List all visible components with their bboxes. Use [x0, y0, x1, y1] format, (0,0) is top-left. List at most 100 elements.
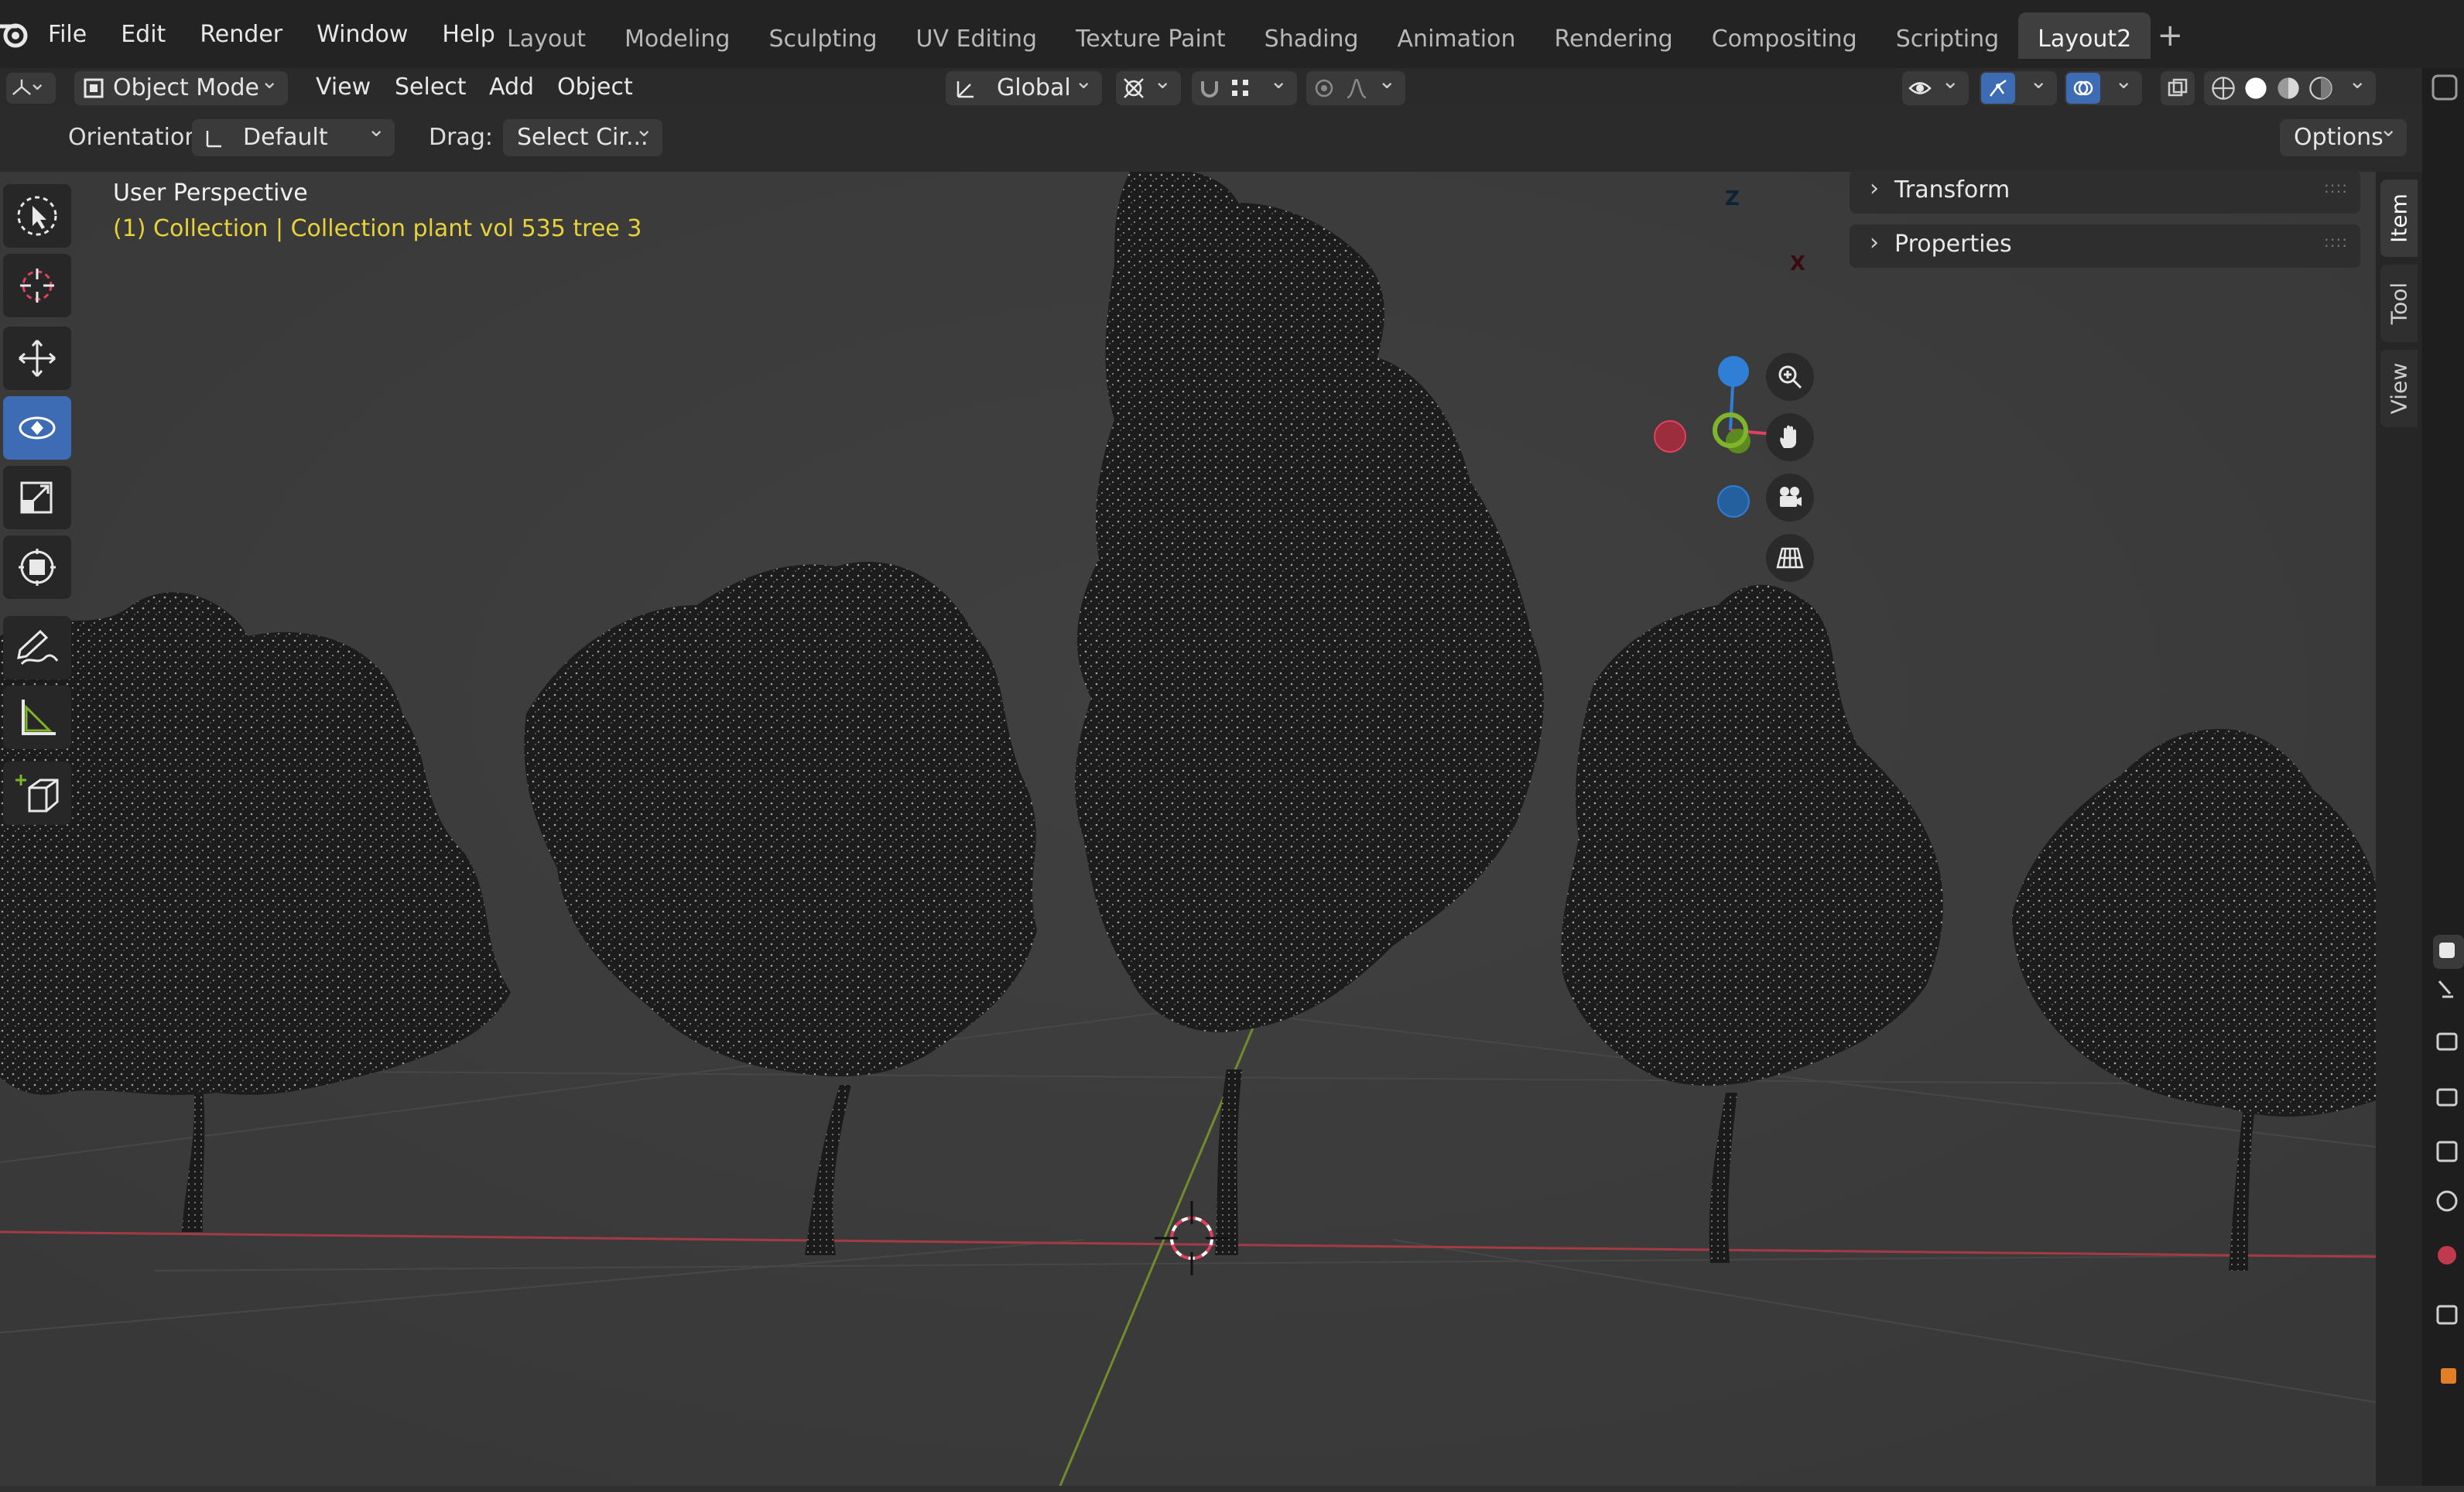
wireframe-shading-icon[interactable]: [2210, 75, 2236, 101]
camera-icon: [1780, 487, 1802, 507]
falloff-curve-icon: [1347, 78, 1367, 99]
sidebar-tabs: Item Tool View: [2376, 172, 2422, 1486]
gizmo-toggle-dropdown[interactable]: [1980, 68, 2057, 105]
options-dropdown[interactable]: Options: [2280, 116, 2407, 156]
tab-rendering[interactable]: Rendering: [1535, 12, 1692, 59]
solid-shading-icon[interactable]: [2243, 75, 2269, 101]
menu-edit[interactable]: Edit: [104, 21, 183, 48]
properties-editor-strip: [2422, 68, 2464, 1486]
tab-layout2[interactable]: Layout2: [2018, 12, 2151, 59]
collection-info-label: (1) Collection | Collection plant vol 53…: [113, 215, 642, 242]
pivot-point-dropdown[interactable]: [1116, 68, 1181, 105]
snapping-dropdown[interactable]: [1192, 68, 1297, 105]
3d-cursor-icon: [20, 269, 54, 303]
main-menu: File Edit Render Window Help: [31, 0, 512, 68]
drag-grip-icon[interactable]: ::::: [2324, 232, 2348, 251]
transform-panel-header[interactable]: › Transform ::::: [1850, 170, 2360, 214]
annotate-pencil-icon: [17, 629, 59, 666]
menu-file[interactable]: File: [31, 21, 104, 48]
transform-panel-label: Transform: [1894, 176, 2011, 204]
overlays-icon: [2073, 80, 2093, 96]
select-tool-button[interactable]: [3, 184, 71, 248]
move-tool-button[interactable]: [3, 327, 71, 390]
mode-label: Object Mode: [113, 74, 259, 101]
overlays-dropdown[interactable]: [2065, 68, 2142, 105]
move-arrows-icon: [19, 340, 56, 377]
add-workspace-button[interactable]: +: [2151, 11, 2189, 60]
tab-sculpting[interactable]: Sculpting: [749, 12, 896, 59]
snap-magnet-icon: [1201, 81, 1218, 98]
chevron-right-icon: ›: [1870, 229, 1879, 256]
scale-tool-button[interactable]: [3, 466, 71, 529]
3d-viewport[interactable]: Z X User Perspective (1) Collection | Co…: [0, 172, 2376, 1486]
scale-icon: [20, 481, 53, 514]
tab-tool[interactable]: Tool: [2380, 265, 2418, 342]
pan-button[interactable]: [1766, 413, 1814, 461]
perspective-toggle-button[interactable]: [1766, 534, 1814, 582]
camera-view-button[interactable]: [1766, 474, 1814, 522]
drag-dropdown[interactable]: Select Cir...: [503, 116, 662, 156]
drag-value: Select Cir...: [517, 124, 649, 151]
tab-view-label: View: [2386, 362, 2412, 415]
pivot-point-icon: [1124, 78, 1144, 98]
tab-layout[interactable]: Layout: [488, 12, 605, 59]
select-cursor-icon: [17, 196, 57, 236]
rotate-tool-button[interactable]: [3, 396, 71, 460]
menu-render[interactable]: Render: [183, 21, 299, 48]
measure-tool-button[interactable]: [3, 686, 71, 749]
add-cube-tool-button[interactable]: [3, 761, 71, 825]
menu-window[interactable]: Window: [299, 21, 425, 48]
cursor-tool-button[interactable]: [3, 254, 71, 317]
select-menu[interactable]: Select: [395, 68, 467, 107]
annotate-tool-button[interactable]: [3, 616, 71, 679]
tab-texture-paint[interactable]: Texture Paint: [1056, 12, 1245, 59]
drag-grip-icon[interactable]: ::::: [2324, 178, 2348, 197]
tab-compositing[interactable]: Compositing: [1692, 12, 1877, 59]
zoom-button[interactable]: [1766, 353, 1814, 401]
orientation-axes-icon: [957, 81, 974, 98]
orientation-default-icon: [206, 131, 221, 148]
add-menu[interactable]: Add: [489, 68, 534, 107]
snap-grid-icon: [1232, 80, 1248, 96]
gizmo-z-label: Z: [1725, 187, 1740, 210]
viewport-scene: [0, 172, 2376, 1486]
tab-shading[interactable]: Shading: [1245, 12, 1378, 59]
object-menu[interactable]: Object: [557, 68, 633, 107]
orientation-value: Default: [243, 124, 328, 151]
rotate-icon: [19, 416, 56, 440]
mode-dropdown[interactable]: Object Mode: [74, 68, 288, 105]
zoom-icon: [1778, 365, 1802, 389]
transform-icon: [19, 549, 56, 586]
tab-item[interactable]: Item: [2380, 180, 2418, 257]
tab-uv-editing[interactable]: UV Editing: [897, 12, 1057, 59]
editor-type-dropdown[interactable]: [6, 70, 56, 104]
tab-view[interactable]: View: [2380, 350, 2418, 427]
xray-toggle-button[interactable]: [2161, 71, 2195, 105]
tab-modeling[interactable]: Modeling: [605, 12, 749, 59]
eye-icon: [1908, 82, 1932, 94]
editor-type-icon: [12, 79, 31, 95]
proportional-editing-dropdown[interactable]: [1306, 68, 1405, 105]
material-preview-icon[interactable]: [2275, 75, 2301, 101]
xray-icon: [2168, 78, 2188, 97]
blender-logo-icon[interactable]: [0, 15, 31, 51]
hand-icon: [1780, 425, 1796, 448]
gizmo-icon: [1990, 79, 2007, 97]
tab-tool-label: Tool: [2386, 282, 2412, 325]
properties-panel-label: Properties: [1894, 231, 2012, 258]
view-name-label: User Perspective: [113, 180, 308, 207]
workspace-tabs: Layout Modeling Sculpting UV Editing Tex…: [488, 12, 2189, 59]
chevron-right-icon: ›: [1870, 175, 1879, 202]
tab-animation[interactable]: Animation: [1378, 12, 1535, 59]
orientation-dropdown[interactable]: Default: [192, 116, 395, 156]
object-visibility-dropdown[interactable]: [1902, 68, 1969, 105]
tool-shelf: [0, 180, 74, 845]
properties-panel-header[interactable]: › Properties ::::: [1850, 224, 2360, 268]
transform-tool-button[interactable]: [3, 536, 71, 599]
shading-mode-selector[interactable]: [2204, 68, 2376, 105]
rendered-shading-icon[interactable]: [2308, 75, 2334, 101]
properties-tab-icons: [2431, 74, 2464, 1384]
transform-orientation-dropdown[interactable]: Global: [946, 68, 1102, 105]
view-menu[interactable]: View: [316, 68, 371, 107]
tab-scripting[interactable]: Scripting: [1877, 12, 2018, 59]
